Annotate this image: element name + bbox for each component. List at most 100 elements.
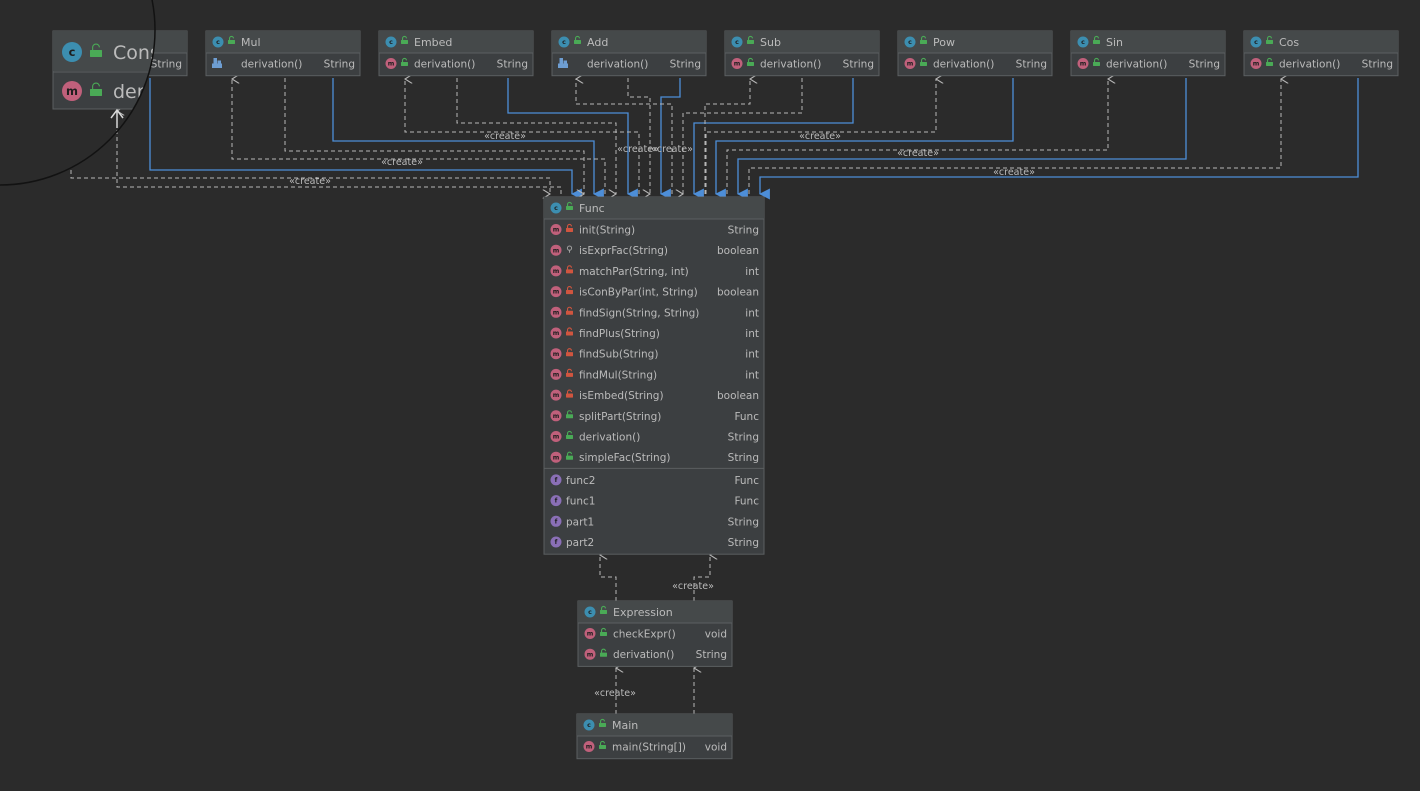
class-name: Cos: [1279, 36, 1299, 49]
method-icon: m: [550, 451, 562, 463]
inner-class-edge: [659, 78, 681, 200]
svg-text:m: m: [587, 631, 594, 638]
inner-class-edge: [332, 78, 604, 200]
method-return-type: String: [670, 59, 701, 71]
method-icon: m: [550, 348, 562, 360]
method-return-type: int: [745, 349, 759, 361]
dependency-edge: [693, 555, 710, 601]
field-icon: f: [550, 515, 562, 527]
field-name: part2: [566, 537, 594, 549]
class-boxes-layer: cConsmderStringcMulderivation()StringcEm…: [52, 30, 1399, 760]
method-name: derivation(): [933, 59, 994, 71]
svg-text:c: c: [554, 205, 558, 212]
create-label: «create»: [651, 144, 693, 155]
method-name: derivation(): [587, 59, 648, 71]
class-box-sin[interactable]: c Sin m derivation() String: [1070, 30, 1226, 77]
method-icon: m: [1077, 58, 1089, 69]
class-box-sub[interactable]: c Sub m derivation() String: [724, 30, 880, 77]
class-box-expression[interactable]: c Expression m checkExpr() void m derivation()…: [577, 600, 733, 667]
field-icon: f: [550, 536, 562, 548]
inner-class-edge: [758, 78, 1359, 200]
method-return-type: void: [705, 742, 727, 754]
svg-text:c: c: [735, 39, 739, 46]
field-icon: f: [550, 474, 562, 486]
method-return-type: String: [1362, 59, 1393, 71]
class-name: Pow: [933, 36, 955, 49]
method-name: isEmbed(String): [579, 390, 664, 402]
class-box-pow[interactable]: c Pow m derivation() String: [897, 30, 1053, 77]
method-name: findPlus(String): [579, 328, 660, 340]
class-box-cos[interactable]: c Cos m derivation() String: [1243, 30, 1399, 77]
inner-class-edge: [507, 78, 638, 200]
method-name: derivation(): [760, 59, 821, 71]
class-icon: c: [385, 36, 397, 48]
svg-text:m: m: [553, 247, 560, 254]
svg-text:c: c: [588, 609, 592, 616]
dependency-edge: [576, 79, 673, 194]
dependency-edge: [456, 78, 616, 194]
method-icon: m: [583, 741, 595, 752]
field-name: part1: [566, 516, 594, 528]
svg-text:m: m: [553, 392, 560, 399]
method-name: derivation(): [414, 59, 475, 71]
method-return-type: String: [728, 432, 759, 444]
method-icon: m: [550, 224, 562, 235]
svg-text:f: f: [555, 539, 558, 546]
svg-text:m: m: [1253, 61, 1260, 68]
svg-text:c: c: [562, 39, 566, 46]
class-box-func[interactable]: c Func m init(String) String m isExprFac(Strin…: [543, 196, 765, 555]
field-type: Func: [734, 475, 759, 487]
class-icon: c: [212, 36, 224, 48]
method-name: isConByPar(int, String): [579, 287, 698, 299]
create-label: «create»: [993, 167, 1035, 178]
method-name: isExprFac(String): [579, 245, 668, 257]
svg-text:f: f: [555, 477, 558, 484]
svg-text:m: m: [553, 227, 560, 234]
svg-text:c: c: [1254, 39, 1258, 46]
svg-text:m: m: [586, 744, 593, 751]
create-label: «create»: [289, 176, 331, 187]
class-box-add[interactable]: c Add derivation() String: [551, 30, 707, 77]
create-label: «create»: [594, 688, 636, 699]
method-name: derivation(): [1279, 59, 1340, 71]
class-box-mul[interactable]: c Mul derivation() String: [205, 30, 361, 77]
method-return-type: int: [745, 369, 759, 381]
field-type: String: [728, 537, 759, 549]
method-row[interactable]: m isEmbed(String) boolean: [550, 389, 760, 403]
method-return-type: int: [745, 328, 759, 340]
method-icon: m: [731, 58, 743, 69]
field-name: func1: [566, 496, 595, 508]
method-icon: m: [550, 410, 562, 422]
svg-text:c: c: [908, 39, 912, 46]
dependency-edge: [232, 79, 606, 194]
class-icon: c: [558, 36, 570, 48]
svg-text:m: m: [553, 413, 560, 420]
svg-text:m: m: [553, 330, 560, 337]
class-name: Sub: [760, 36, 781, 49]
svg-text:m: m: [907, 61, 914, 68]
class-box-main[interactable]: c Main m main(String[]) void: [576, 713, 733, 760]
method-name: simpleFac(String): [579, 452, 670, 464]
method-row[interactable]: m isConByPar(int, String) boolean: [550, 286, 760, 299]
method-row[interactable]: m simpleFac(String) String: [550, 451, 760, 465]
svg-text:c: c: [587, 722, 591, 729]
method-name: checkExpr(): [613, 629, 676, 641]
method-icon: m: [584, 648, 596, 660]
method-row[interactable]: m isExprFac(String) boolean: [550, 244, 760, 258]
method-return-type: int: [745, 266, 759, 278]
class-name: Sin: [1106, 36, 1123, 49]
svg-text:m: m: [1080, 61, 1087, 68]
method-icon: m: [550, 389, 562, 401]
svg-text:m: m: [553, 351, 560, 358]
field-type: Func: [734, 496, 759, 508]
class-icon: c: [584, 606, 596, 618]
class-icon: c: [62, 42, 82, 62]
magnifier-lens: c Consm der: [0, 0, 156, 186]
method-icon: m: [550, 368, 562, 380]
method-return-type: String: [151, 59, 182, 71]
class-box-embed[interactable]: c Embed m derivation() String: [378, 30, 534, 77]
method-return-type: String: [497, 59, 528, 71]
method-name: findMul(String): [579, 369, 657, 381]
method-icon: m: [550, 431, 562, 442]
svg-text:f: f: [555, 518, 558, 525]
